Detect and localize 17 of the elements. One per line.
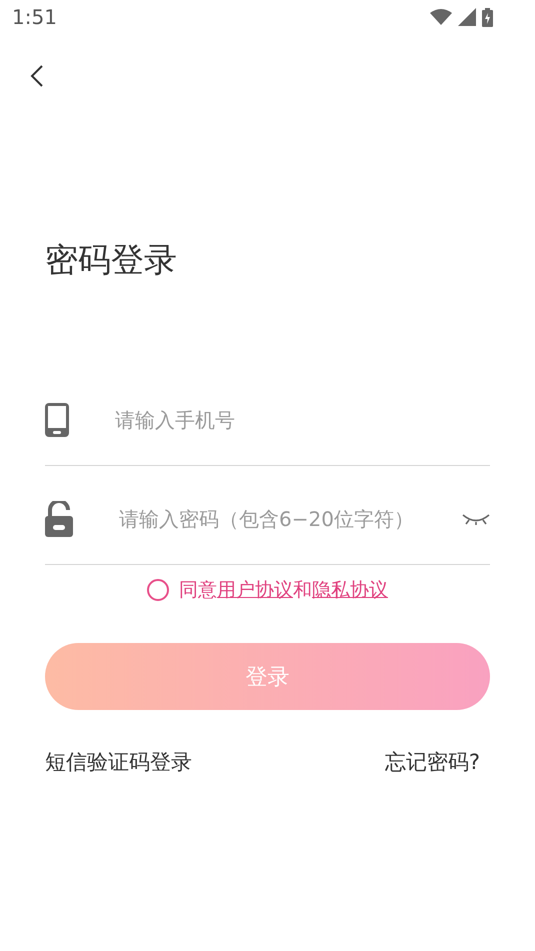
forgot-password-link[interactable]: 忘记密码? (384, 748, 480, 776)
back-icon[interactable] (30, 64, 44, 88)
closed-eye-icon[interactable] (462, 512, 490, 526)
status-time: 1:51 (12, 5, 57, 29)
agreement-link[interactable]: 隐私协议 (312, 579, 388, 601)
password-field[interactable]: 请输入密码（包含6−20位字符） (117, 506, 462, 532)
signal-icon (458, 8, 476, 26)
unlocked-padlock-icon (45, 501, 73, 537)
page-title: 密码登录 (45, 239, 177, 281)
sms-login-link[interactable]: 短信验证码登录 (45, 748, 192, 776)
phone-field[interactable]: 请输入手机号 (113, 407, 490, 433)
battery-icon (482, 8, 493, 26)
phone-icon (45, 403, 69, 437)
agree-checkbox[interactable] (147, 579, 169, 601)
wifi-icon (430, 9, 452, 25)
agreement-link[interactable]: 用户协议 (217, 579, 293, 601)
agreement-text: 同意用户协议和隐私协议 (179, 578, 388, 603)
